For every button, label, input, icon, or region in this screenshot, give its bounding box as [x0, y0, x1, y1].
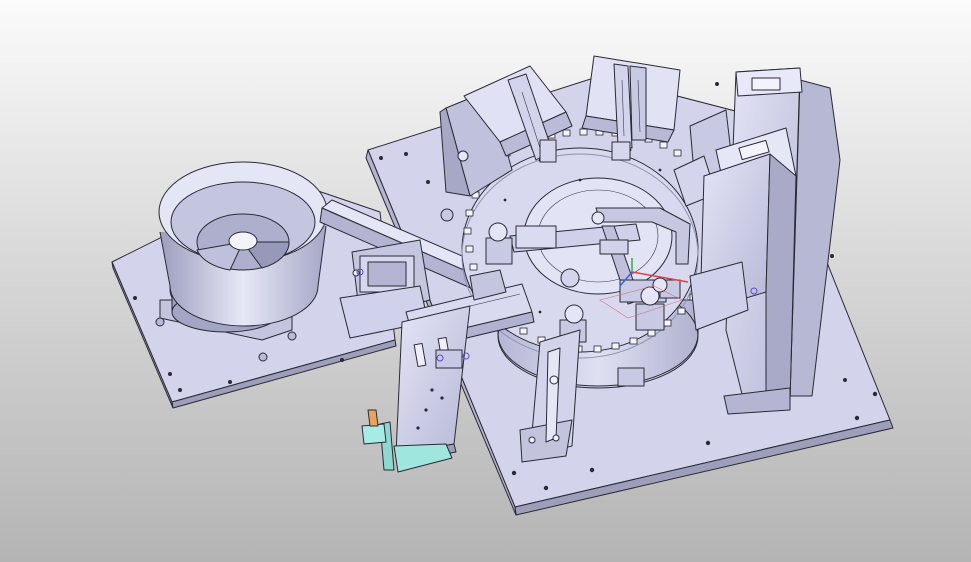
cad-3d-viewport[interactable] [0, 0, 971, 562]
plate-bore [440, 208, 454, 222]
assembly-model[interactable] [0, 0, 971, 562]
vertical-mounting-plate[interactable] [395, 305, 471, 463]
orange-tab-part [367, 409, 379, 427]
